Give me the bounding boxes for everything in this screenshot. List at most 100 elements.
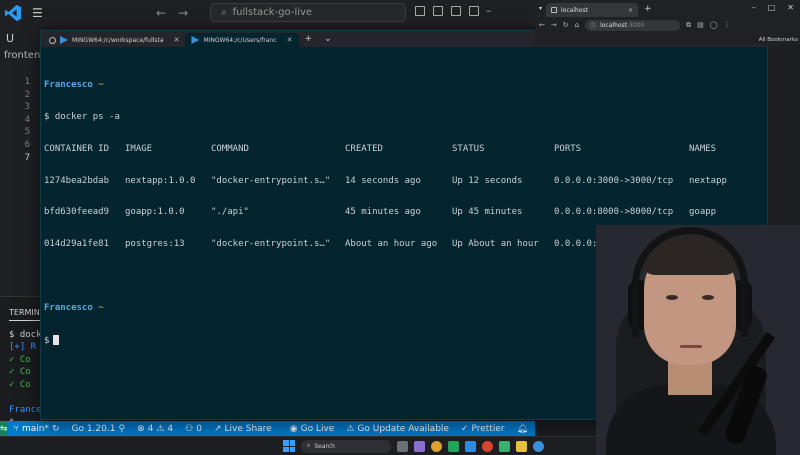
problems-item[interactable]: ⊗ 4 ⚠ 4 [137, 424, 173, 434]
line-number: 1 [24, 77, 30, 87]
vscode-title-bar: ☰ ← → ⌕ fullstack-go-live – [0, 0, 540, 26]
cell: nextapp:1.0.0 [125, 175, 196, 186]
editor-line-numbers: 1 2 3 4 5 6 7 [0, 76, 30, 164]
app-icon[interactable] [499, 440, 510, 452]
back-arrow-icon[interactable]: ← [539, 21, 545, 29]
notifications-item[interactable]: 🔔︎ [517, 424, 528, 434]
page-icon [551, 7, 558, 13]
vscode-taskbar-icon[interactable] [465, 440, 476, 452]
mingw-icon [60, 36, 68, 44]
app-icon[interactable] [414, 440, 425, 452]
live-share-item[interactable]: ↗ Live Share [214, 424, 272, 434]
webcam-overlay [596, 225, 800, 455]
site-info-icon[interactable]: ⓘ [590, 21, 596, 30]
branch-name: main* [21, 423, 49, 434]
profile-icon[interactable]: ◯ [710, 21, 718, 29]
cell: goapp [689, 207, 717, 218]
home-icon[interactable]: ⌂ [575, 21, 579, 29]
close-icon[interactable]: ✕ [174, 36, 180, 44]
toggle-sidebar-icon[interactable] [415, 6, 425, 16]
app-icon[interactable] [448, 440, 459, 452]
taskbar-search-label: Search [314, 442, 335, 450]
toggle-panel-icon[interactable] [433, 6, 443, 16]
terminal-panel-line: [+] R [9, 342, 37, 353]
go-update-item[interactable]: ⚠ Go Update Available [346, 424, 449, 434]
command-center-search[interactable]: ⌕ fullstack-go-live [210, 3, 406, 22]
search-icon: ⌕ [221, 7, 227, 18]
line-number: 3 [24, 102, 30, 113]
url-host: localhost [600, 21, 628, 29]
reload-icon[interactable]: ↻ [563, 21, 569, 29]
go-live-label: Go Live [300, 423, 335, 434]
column-header: STATUS [452, 143, 485, 154]
more-menu-icon[interactable]: ⋮ [724, 21, 731, 29]
terminal-panel-line: ✓ Co [9, 367, 31, 378]
cell: Up About an hour [452, 239, 539, 250]
browser-tab-title: localhost [561, 6, 588, 14]
ports-item[interactable]: ⚇ 0 [185, 424, 202, 434]
column-header: IMAGE [125, 143, 153, 154]
branch-item[interactable]: ⑂ main* ↻ [14, 424, 60, 434]
go-version-item[interactable]: Go 1.20.1 ⚲ [72, 424, 126, 434]
go-live-item[interactable]: ◉ Go Live [290, 424, 335, 434]
browser-window: ▾ localhost ✕ + – □ ✕ ← → ↻ ⌂ ⓘ localhos… [535, 0, 800, 45]
close-icon[interactable]: ✕ [628, 7, 633, 14]
sidebar-icon[interactable]: ▤ [697, 21, 704, 29]
person-mouth [680, 345, 702, 348]
maximize-icon[interactable]: □ [768, 3, 776, 12]
prompt-path: ~ [98, 303, 104, 314]
taskbar-search[interactable]: ⌕ Search [301, 439, 391, 453]
remote-indicator-icon[interactable]: ⇋ [0, 421, 8, 436]
error-count: 4 [147, 423, 154, 434]
cell: "docker-entrypoint.s…" [211, 239, 331, 250]
file-explorer-icon[interactable] [516, 440, 527, 452]
extensions-icon[interactable]: ⧉ [686, 21, 691, 30]
line-number: 6 [24, 139, 30, 150]
all-bookmarks[interactable]: All Bookmarks [759, 37, 798, 43]
prettier-label: Prettier [471, 423, 505, 434]
terminal-panel-tab[interactable]: TERMINA [9, 307, 40, 321]
terminal-tab-active[interactable]: MINGW64:/c/Users/franc ✕ [185, 33, 299, 47]
forward-arrow-icon[interactable]: → [178, 6, 188, 20]
minimize-icon[interactable]: – [752, 3, 756, 12]
prettier-item[interactable]: ✓ Prettier [461, 424, 505, 434]
warning-icon: ⚠ [346, 423, 355, 434]
toggle-secondary-sidebar-icon[interactable] [451, 6, 461, 16]
minimize-icon[interactable]: – [486, 4, 492, 17]
column-header: CONTAINER ID [44, 143, 110, 154]
edge-icon[interactable] [533, 440, 544, 452]
vscode-logo-icon[interactable] [4, 4, 22, 22]
pin-icon: ⚲ [118, 423, 126, 434]
prompt-line: Francesco ~ [44, 80, 767, 91]
check-icon: ✓ [460, 423, 469, 434]
ports-icon: ⚇ [185, 423, 194, 434]
chevron-down-icon[interactable]: ⌄ [318, 34, 338, 47]
close-icon[interactable]: ✕ [787, 3, 794, 12]
cell: 0.0.0.0:8000->8000/tcp [554, 207, 674, 218]
customize-layout-icon[interactable] [469, 6, 479, 16]
forward-arrow-icon[interactable]: → [551, 21, 557, 29]
browser-tab-strip: ▾ localhost ✕ + – □ ✕ [535, 0, 800, 17]
cell: About an hour ago [345, 239, 438, 250]
cell: Up 45 minutes [452, 207, 523, 218]
back-arrow-icon[interactable]: ← [156, 6, 166, 20]
go-update-label: Go Update Available [357, 423, 449, 434]
task-view-icon[interactable] [397, 440, 408, 452]
chrome-icon[interactable] [431, 440, 442, 452]
column-header: COMMAND [211, 143, 249, 154]
windows-start-icon[interactable] [283, 440, 295, 452]
prompt-user: Francesco [44, 303, 93, 314]
browser-tab[interactable]: localhost ✕ [546, 3, 639, 17]
terminal-panel-line [9, 392, 40, 405]
terminal-tab[interactable]: MINGW64:/c/workspace/fullsta ✕ [43, 33, 185, 47]
tab-search-icon[interactable]: ▾ [539, 5, 542, 12]
cell: "./api" [211, 207, 249, 218]
live-share-label: Live Share [224, 423, 272, 434]
hamburger-menu-icon[interactable]: ☰ [32, 6, 48, 20]
new-tab-icon[interactable]: + [644, 4, 652, 14]
address-bar[interactable]: ⓘ localhost:3000 [585, 19, 681, 31]
close-icon[interactable]: ✕ [287, 36, 293, 44]
vscode-terminal-panel[interactable]: TERMINA $ dock [+] R ✓ Co ✓ Co ✓ Co Fran… [0, 296, 40, 421]
app-icon[interactable] [482, 440, 493, 452]
new-tab-icon[interactable]: + [299, 34, 319, 47]
